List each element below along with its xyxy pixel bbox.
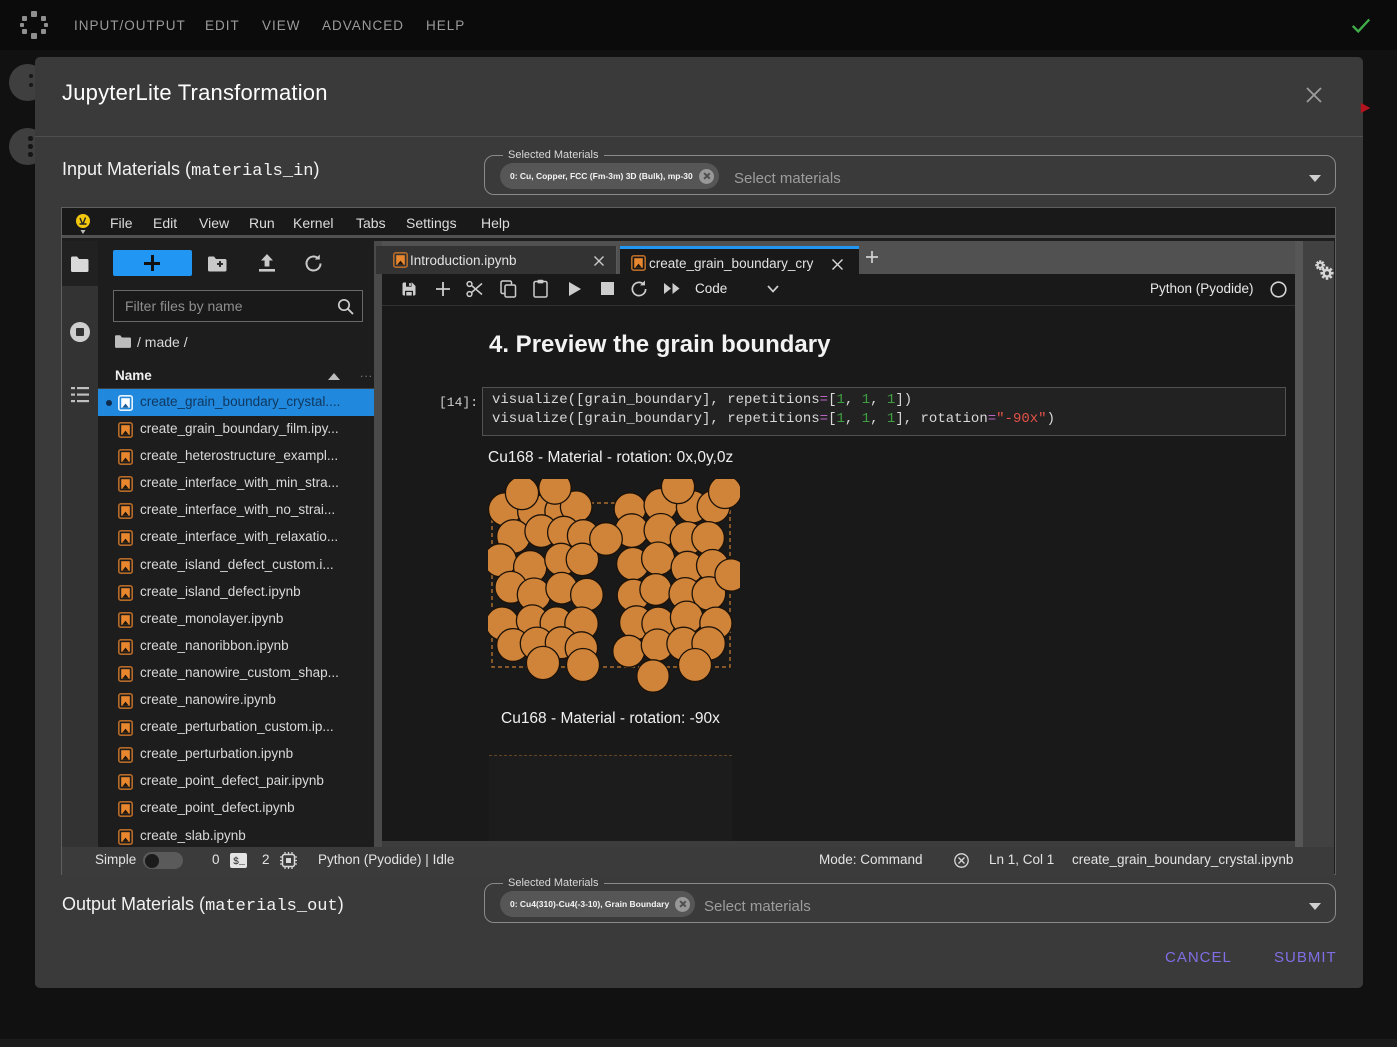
svg-text:$_: $_ [233,856,246,868]
